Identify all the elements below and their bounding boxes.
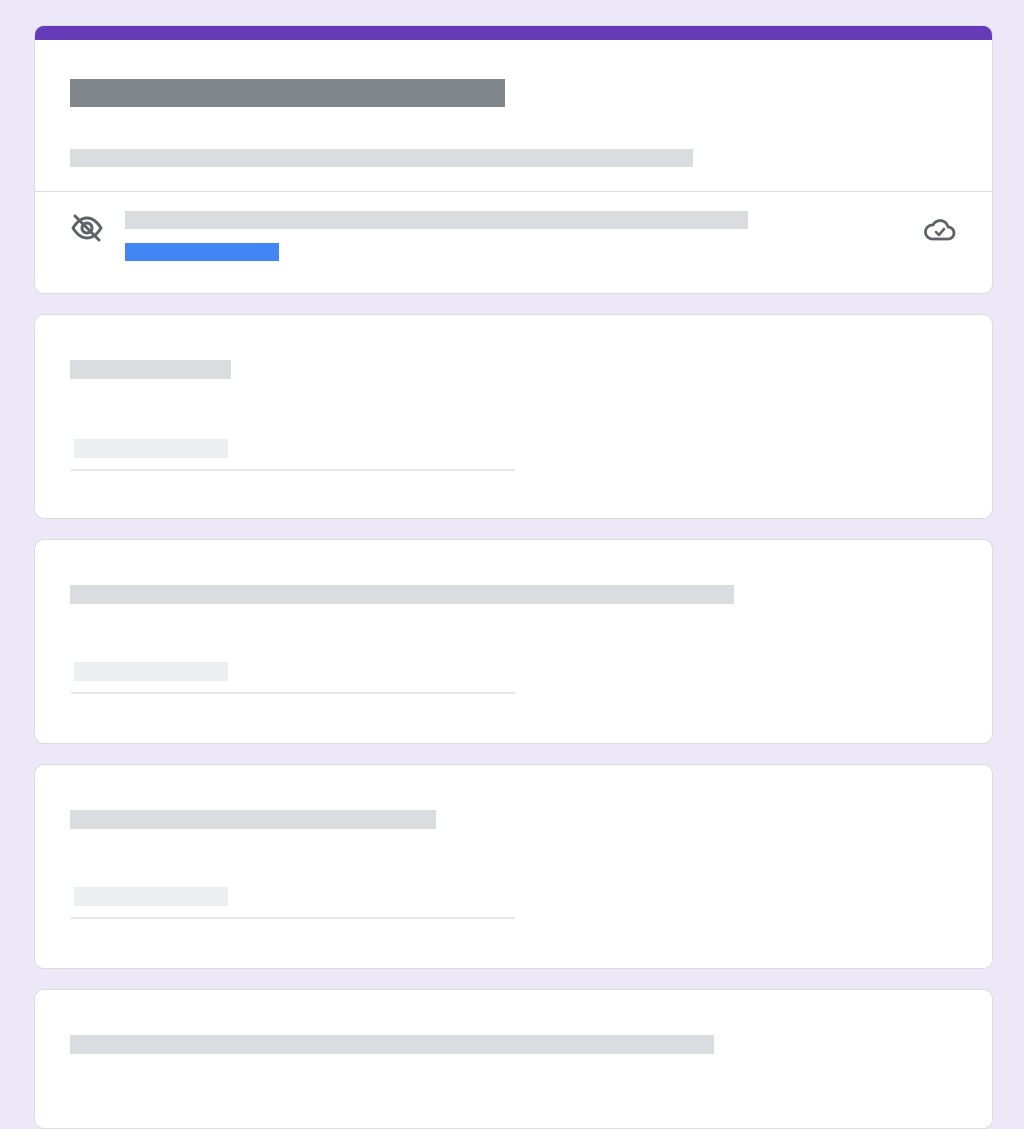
eye-off-icon [71,214,103,242]
form-title-placeholder [70,79,505,107]
answer-underline [71,917,515,919]
answer-placeholder [74,887,228,906]
question-card-1 [34,314,993,519]
question-card-3 [34,764,993,969]
short-answer-field[interactable] [71,887,515,919]
question-title-placeholder [70,585,734,604]
answer-underline [71,692,515,694]
short-answer-field[interactable] [71,662,515,694]
answer-placeholder [74,439,228,458]
header-divider [35,191,992,192]
question-card-2 [34,539,993,744]
form-description-placeholder [70,149,693,167]
form-accent-bar [35,26,992,40]
question-title-placeholder [70,1035,714,1054]
question-title-placeholder [70,810,436,829]
question-title-placeholder [70,360,231,379]
notice-text-placeholder [125,211,748,229]
answer-placeholder [74,662,228,681]
cloud-check-icon [924,219,956,241]
short-answer-field[interactable] [71,439,515,471]
notice-link-placeholder[interactable] [125,243,279,261]
question-card-4 [34,989,993,1129]
form-header-card [34,25,993,294]
answer-underline [71,469,515,471]
